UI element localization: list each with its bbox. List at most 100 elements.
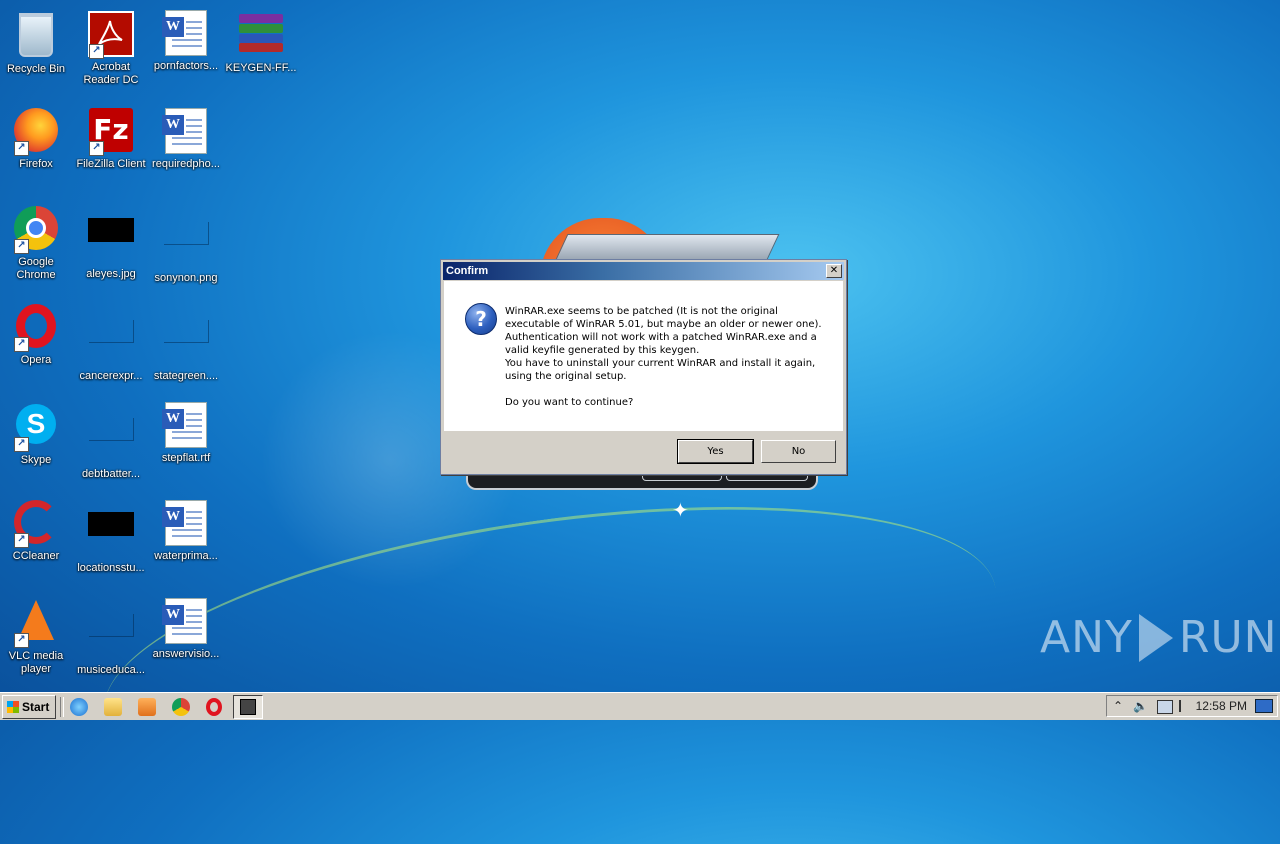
shortcut-arrow-icon: ↗ <box>14 633 29 648</box>
dialog-titlebar[interactable]: Confirm ✕ <box>443 262 844 280</box>
recycle-bin-icon <box>19 13 53 57</box>
file-thumbnail-icon <box>88 614 134 637</box>
system-tray: ⌃ 🔈 12:58 PM <box>1106 695 1278 717</box>
winrar-archive-icon <box>239 12 283 52</box>
taskbar-separator <box>60 697 64 717</box>
shortcut-arrow-icon: ↗ <box>14 437 29 452</box>
desktop-icon-label: pornfactors... <box>153 60 219 72</box>
desktop-icon-label: VLC media player <box>8 650 64 675</box>
shortcut-arrow-icon: ↗ <box>14 141 29 156</box>
watermark-left: ANY <box>1040 612 1133 663</box>
dialog-title: Confirm <box>446 265 489 277</box>
desktop-icon-answervisio[interactable]: W answervisio... <box>149 596 223 661</box>
desktop-icon-vlc[interactable]: ↗ VLC media player <box>0 596 73 676</box>
desktop-icon-label: CCleaner <box>12 550 60 562</box>
confirm-dialog: Confirm ✕ ? WinRAR.exe seems to be patch… <box>440 259 847 475</box>
action-center-flag-icon[interactable] <box>1179 700 1191 712</box>
show-desktop-icon[interactable] <box>1255 699 1273 713</box>
word-document-icon: W <box>162 402 207 448</box>
shortcut-arrow-icon: ↗ <box>14 533 29 548</box>
shortcut-arrow-icon: ↗ <box>14 239 29 254</box>
shortcut-arrow-icon: ↗ <box>89 141 104 156</box>
desktop-icon-label: Firefox <box>19 158 53 170</box>
desktop-icon-stategreen[interactable]: stategreen.... <box>149 302 223 383</box>
image-thumbnail-icon <box>163 222 209 245</box>
desktop-icon-locationsstu[interactable]: locationsstu... <box>74 498 148 575</box>
start-button[interactable]: Start <box>2 695 56 719</box>
chrome-icon[interactable] <box>172 698 190 716</box>
desktop-icon-firefox[interactable]: ↗ Firefox <box>0 106 73 171</box>
desktop-icon-acrobat[interactable]: ↗ Acrobat Reader DC <box>74 8 148 87</box>
desktop-icon-label: Acrobat Reader DC <box>83 61 139 86</box>
desktop-icon-label: aleyes.jpg <box>86 268 136 280</box>
dialog-body: ? WinRAR.exe seems to be patched (It is … <box>444 281 843 431</box>
clock[interactable]: 12:58 PM <box>1196 699 1247 713</box>
desktop-icon-sonynon[interactable]: sonynon.png <box>149 204 223 285</box>
word-document-icon: W <box>162 10 207 56</box>
windows-logo-icon <box>7 701 19 713</box>
volume-icon[interactable]: 🔈 <box>1133 699 1148 713</box>
desktop-icon-label: KEYGEN-FF... <box>225 62 297 74</box>
close-icon[interactable]: ✕ <box>826 264 842 278</box>
folder-icon[interactable] <box>104 698 122 716</box>
desktop-icon-opera[interactable]: ↗ Opera <box>0 302 73 367</box>
shortcut-arrow-icon: ↗ <box>89 44 104 59</box>
message-line: executable of WinRAR 5.01, but maybe an … <box>505 319 822 330</box>
message-line: valid keyfile generated by this keygen. <box>505 345 700 356</box>
play-icon <box>1138 613 1173 662</box>
desktop-icon-requiredpho[interactable]: W requiredpho... <box>149 106 223 171</box>
taskbar-active-app[interactable] <box>233 695 263 719</box>
question-icon: ? <box>465 303 497 335</box>
message-line: using the original setup. <box>505 371 627 382</box>
file-thumbnail-icon <box>88 418 134 441</box>
desktop-icon-chrome[interactable]: ↗ Google Chrome <box>0 204 73 282</box>
desktop-icon-debtbatter[interactable]: debtbatter... <box>74 400 148 481</box>
internet-explorer-icon[interactable] <box>70 698 88 716</box>
desktop-icon-label: cancerexpr... <box>79 370 143 382</box>
desktop-icon-label: musiceduca... <box>77 664 145 676</box>
desktop-icon-label: Google Chrome <box>16 256 56 281</box>
image-thumbnail-icon <box>88 512 134 536</box>
file-thumbnail-icon <box>88 320 134 343</box>
desktop-icon-ccleaner[interactable]: ↗ CCleaner <box>0 498 73 563</box>
desktop-icon-label: waterprima... <box>154 550 218 562</box>
desktop-icon-label: stategreen.... <box>153 370 219 382</box>
no-button[interactable]: No <box>761 440 836 463</box>
keygen-app-icon <box>240 699 256 715</box>
desktop-icon-label: Recycle Bin <box>6 63 66 75</box>
dialog-question: Do you want to continue? <box>505 397 634 408</box>
word-document-icon: W <box>162 598 207 644</box>
desktop-icon-skype[interactable]: S ↗ Skype <box>0 400 73 467</box>
desktop-icon-label: sonynon.png <box>154 272 218 284</box>
desktop-icon-filezilla[interactable]: Fz ↗ FileZilla Client <box>74 106 148 171</box>
desktop-icon-label: stepflat.rtf <box>161 452 211 464</box>
network-icon[interactable] <box>1157 700 1173 714</box>
tray-expand-icon[interactable]: ⌃ <box>1113 699 1123 713</box>
file-thumbnail-icon <box>163 320 209 343</box>
yes-button[interactable]: Yes <box>677 439 754 464</box>
desktop-icon-pornfactors[interactable]: W pornfactors... <box>149 8 223 73</box>
desktop-icon-musiceduca[interactable]: musiceduca... <box>74 596 148 677</box>
message-line: WinRAR.exe seems to be patched (It is no… <box>505 306 778 317</box>
desktop-icon-label: debtbatter... <box>81 468 141 480</box>
desktop-icon-stepflat[interactable]: W stepflat.rtf <box>149 400 223 465</box>
desktop-icon-recycle-bin[interactable]: Recycle Bin <box>0 8 73 76</box>
wallpaper-streak <box>86 458 1014 844</box>
start-label: Start <box>22 700 50 714</box>
desktop-icon-keygen[interactable]: KEYGEN-FF... <box>224 8 298 75</box>
word-document-icon: W <box>162 500 207 546</box>
desktop-icon-label: Skype <box>20 454 52 466</box>
desktop-icon-label: locationsstu... <box>77 562 145 574</box>
watermark-right: RUN <box>1178 612 1278 663</box>
sparkle-icon: ✦ <box>672 500 689 522</box>
word-document-icon: W <box>162 108 207 154</box>
opera-icon[interactable] <box>206 698 222 716</box>
desktop-icon-waterprima[interactable]: W waterprima... <box>149 498 223 563</box>
desktop-icon-cancerexpr[interactable]: cancerexpr... <box>74 302 148 383</box>
taskbar: Start ⌃ 🔈 12:58 PM <box>0 692 1280 720</box>
desktop-icon-label: requiredpho... <box>152 158 220 170</box>
anyrun-watermark: ANY RUN <box>1040 612 1278 663</box>
image-thumbnail-icon <box>88 218 134 242</box>
media-player-icon[interactable] <box>138 698 156 716</box>
desktop-icon-aleyes[interactable]: aleyes.jpg <box>74 204 148 281</box>
